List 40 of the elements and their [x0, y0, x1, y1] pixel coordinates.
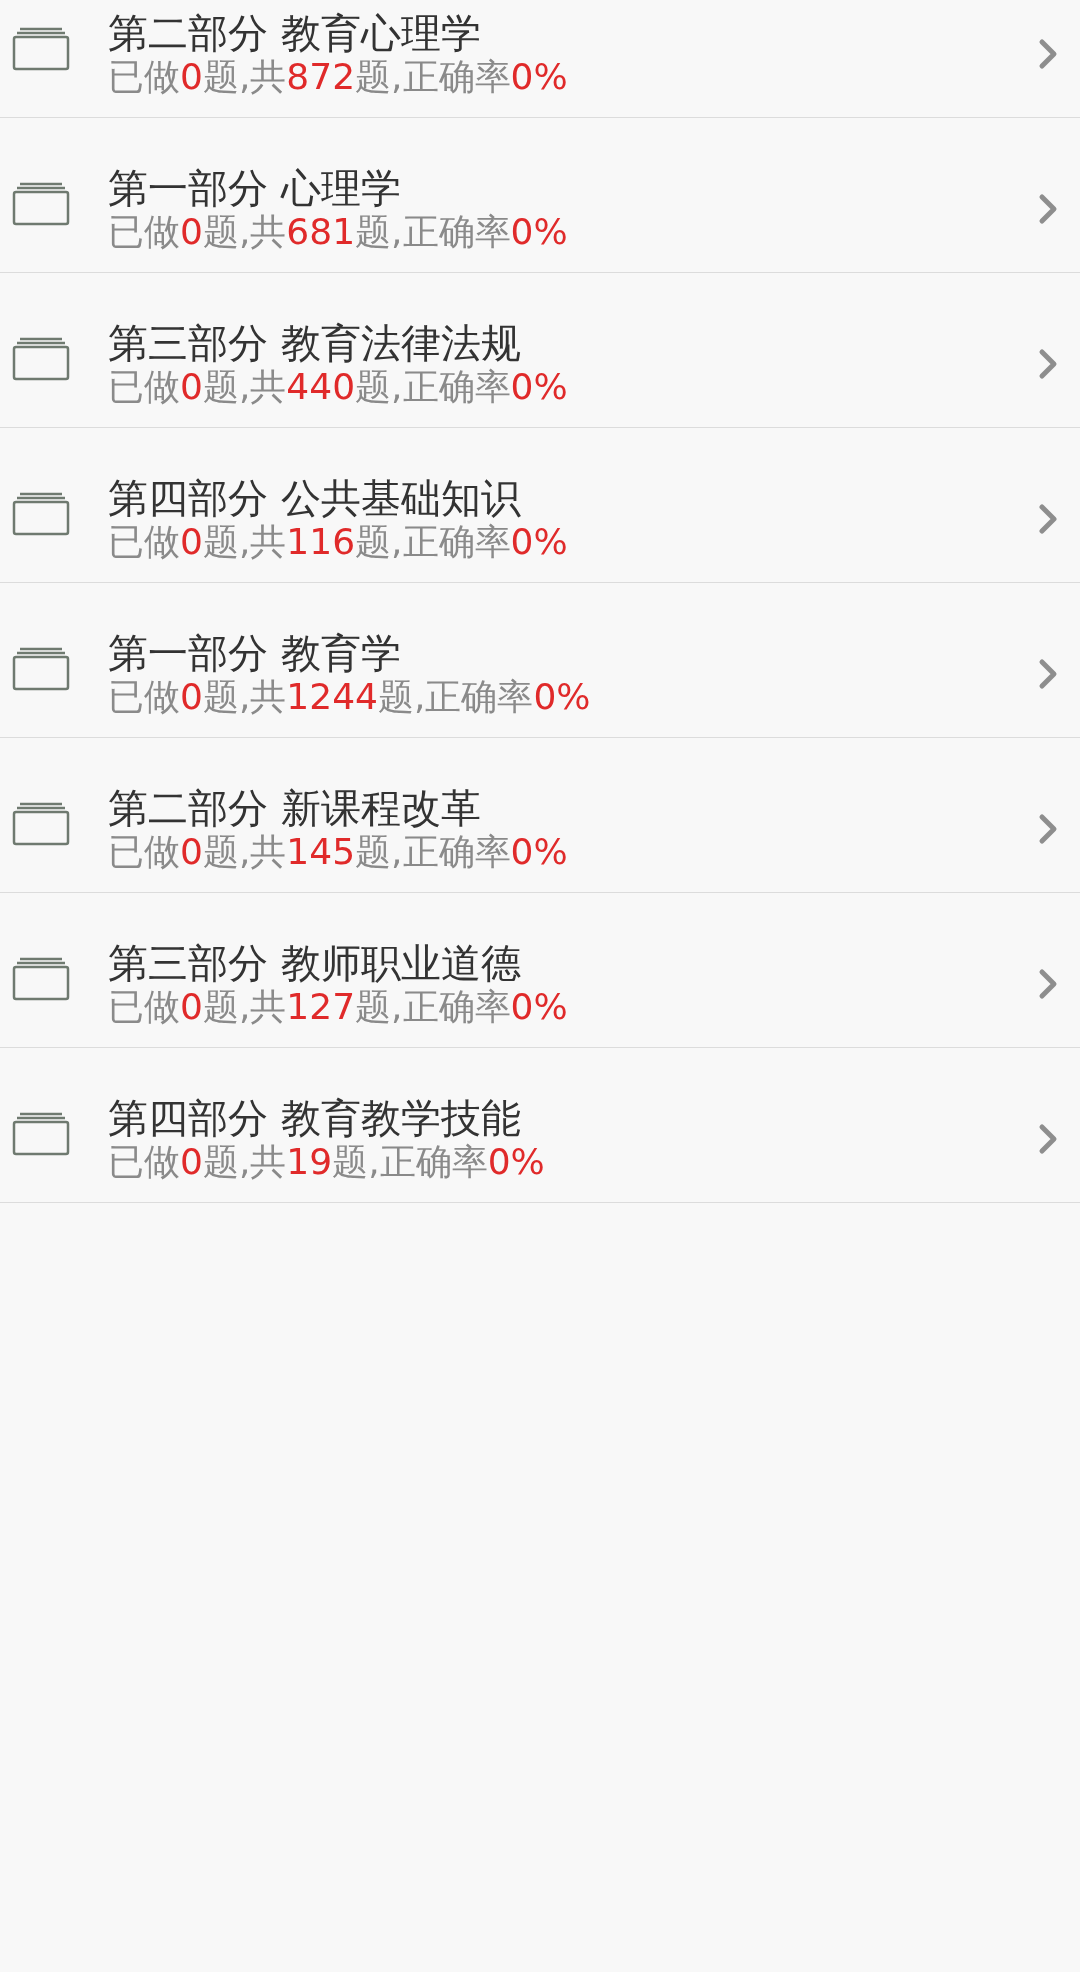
chevron-right-icon	[1038, 503, 1058, 535]
progress-text: 已做0题,共1244题,正确率0%	[108, 676, 591, 718]
progress-text: 已做0题,共872题,正确率0%	[108, 56, 568, 98]
section-title: 第二部分 新课程改革	[108, 785, 481, 831]
chevron-right-icon	[1038, 38, 1058, 70]
progress-text: 已做0题,共127题,正确率0%	[108, 986, 568, 1028]
progress-text: 已做0题,共19题,正确率0%	[108, 1141, 545, 1183]
section-item[interactable]: 第四部分 公共基础知识 已做0题,共116题,正确率0%	[0, 428, 1080, 583]
folder-icon	[12, 957, 70, 1001]
folder-icon	[12, 647, 70, 691]
section-title: 第四部分 教育教学技能	[108, 1095, 521, 1141]
chevron-right-icon	[1038, 968, 1058, 1000]
progress-text: 已做0题,共116题,正确率0%	[108, 521, 568, 563]
section-item[interactable]: 第四部分 教育教学技能 已做0题,共19题,正确率0%	[0, 1048, 1080, 1203]
chevron-right-icon	[1038, 1123, 1058, 1155]
section-item[interactable]: 第一部分 心理学 已做0题,共681题,正确率0%	[0, 118, 1080, 273]
folder-icon	[12, 182, 70, 226]
progress-text: 已做0题,共681题,正确率0%	[108, 211, 568, 253]
progress-text: 已做0题,共145题,正确率0%	[108, 831, 568, 873]
section-item[interactable]: 第三部分 教师职业道德 已做0题,共127题,正确率0%	[0, 893, 1080, 1048]
section-item[interactable]: 第三部分 教育法律法规 已做0题,共440题,正确率0%	[0, 273, 1080, 428]
folder-icon	[12, 802, 70, 846]
section-title: 第四部分 公共基础知识	[108, 475, 521, 521]
progress-text: 已做0题,共440题,正确率0%	[108, 366, 568, 408]
chevron-right-icon	[1038, 658, 1058, 690]
section-title: 第三部分 教师职业道德	[108, 940, 521, 986]
chevron-right-icon	[1038, 348, 1058, 380]
section-item[interactable]: 第一部分 教育学 已做0题,共1244题,正确率0%	[0, 583, 1080, 738]
section-title: 第二部分 教育心理学	[108, 10, 481, 56]
section-item[interactable]: 第二部分 新课程改革 已做0题,共145题,正确率0%	[0, 738, 1080, 893]
folder-icon	[12, 492, 70, 536]
folder-icon	[12, 1112, 70, 1156]
section-title: 第一部分 教育学	[108, 630, 401, 676]
folder-icon	[12, 337, 70, 381]
chevron-right-icon	[1038, 193, 1058, 225]
chevron-right-icon	[1038, 813, 1058, 845]
section-title: 第三部分 教育法律法规	[108, 320, 521, 366]
section-title: 第一部分 心理学	[108, 165, 401, 211]
folder-icon	[12, 27, 70, 71]
section-item[interactable]: 第二部分 教育心理学 已做0题,共872题,正确率0%	[0, 0, 1080, 118]
